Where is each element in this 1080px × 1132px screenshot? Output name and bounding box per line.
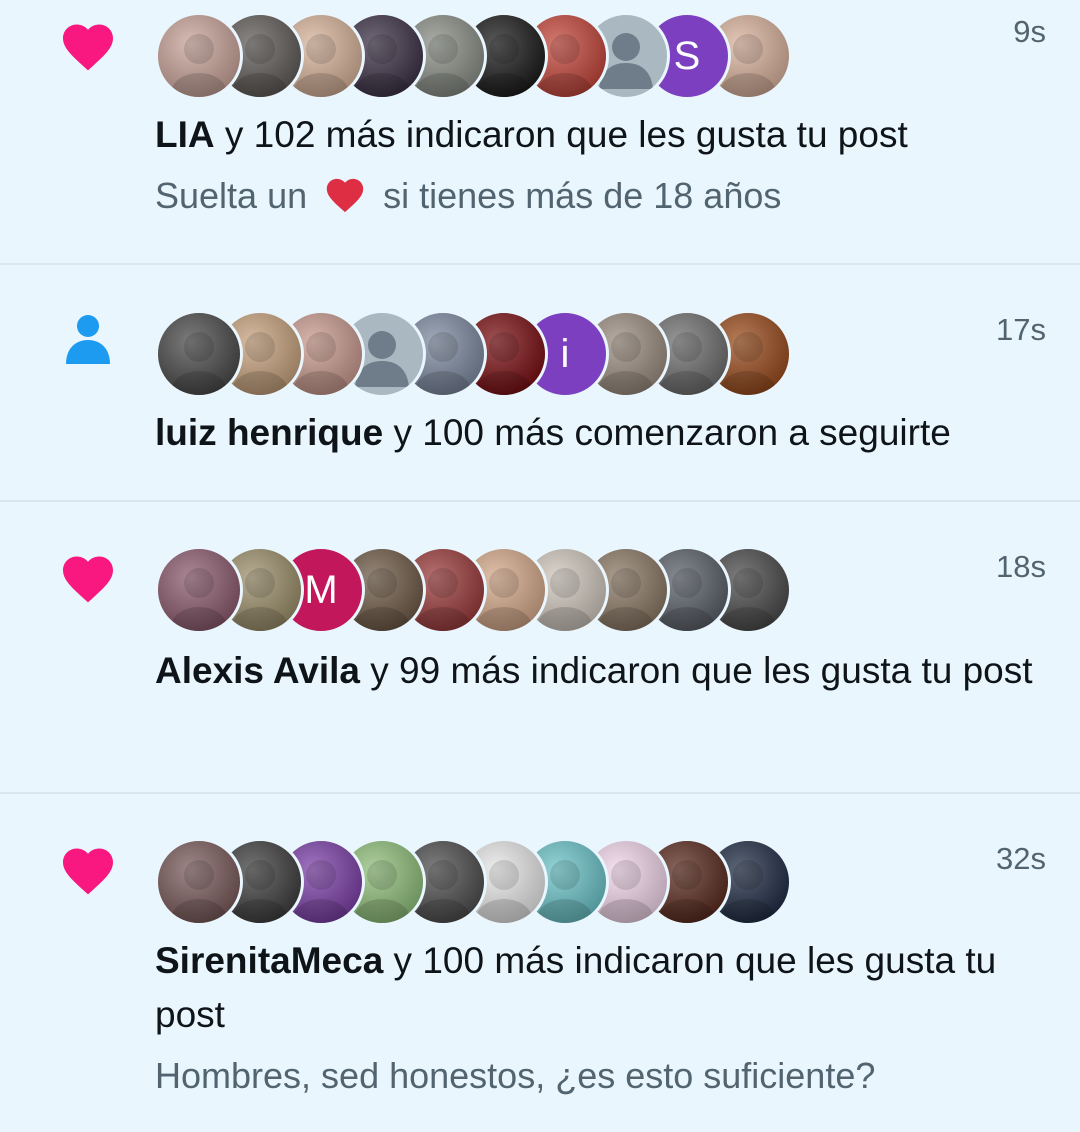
notification-item[interactable]: 32s SirenitaMeca y 100 más indicaron que…	[0, 794, 1080, 1132]
notification-text: Alexis Avila y 99 más indicaron que les …	[155, 644, 1035, 698]
notification-item[interactable]: M 18s Alexis Avila y 99 más indicaron qu…	[0, 502, 1080, 792]
timestamp: 17s	[996, 312, 1046, 347]
avatar-stack[interactable]: M	[155, 546, 795, 634]
timestamp: 9s	[1013, 14, 1046, 49]
notifications-feed: S 9s LIA y 102 más indicaron que les gus…	[0, 0, 1080, 1132]
heart-icon	[58, 17, 118, 77]
timestamp: 32s	[996, 841, 1046, 876]
person-icon	[58, 310, 118, 370]
preview-text-end: si tienes más de 18 años	[373, 175, 782, 216]
action-text: y 100 más comenzaron a seguirte	[383, 412, 951, 453]
preview-text: Hombres, sed honestos, ¿es esto suficien…	[155, 1055, 876, 1096]
avatar-stack[interactable]: S	[155, 12, 795, 100]
avatar[interactable]	[155, 310, 243, 398]
avatar[interactable]	[155, 838, 243, 926]
notification-item[interactable]: S 9s LIA y 102 más indicaron que les gus…	[0, 0, 1080, 263]
notification-text: luiz henrique y 100 más comenzaron a seg…	[155, 406, 1035, 460]
avatar[interactable]	[155, 12, 243, 100]
avatar-stack[interactable]: i	[155, 310, 795, 398]
avatar-stack[interactable]	[155, 838, 795, 926]
actor-name[interactable]: SirenitaMeca	[155, 940, 383, 981]
notification-text: LIA y 102 más indicaron que les gusta tu…	[155, 108, 1035, 162]
actor-name[interactable]: Alexis Avila	[155, 650, 360, 691]
post-preview[interactable]: Suelta un si tienes más de 18 años	[155, 172, 1035, 220]
timestamp: 18s	[996, 549, 1046, 584]
notification-item[interactable]: i 17s luiz henrique y 100 más comenzaron…	[0, 265, 1080, 500]
action-text: y 99 más indicaron que les gusta tu post	[359, 650, 1033, 691]
heart-icon	[58, 549, 118, 609]
notification-text: SirenitaMeca y 100 más indicaron que les…	[155, 934, 1035, 1042]
actor-name[interactable]: LIA	[155, 114, 215, 155]
red-heart-emoji-icon	[326, 178, 364, 213]
action-text: y 102 más indicaron que les gusta tu pos…	[214, 114, 908, 155]
heart-icon	[58, 841, 118, 901]
avatar[interactable]	[155, 546, 243, 634]
actor-name[interactable]: luiz henrique	[155, 412, 383, 453]
post-preview[interactable]: Hombres, sed honestos, ¿es esto suficien…	[155, 1052, 1035, 1100]
preview-text: Suelta un	[155, 175, 318, 216]
